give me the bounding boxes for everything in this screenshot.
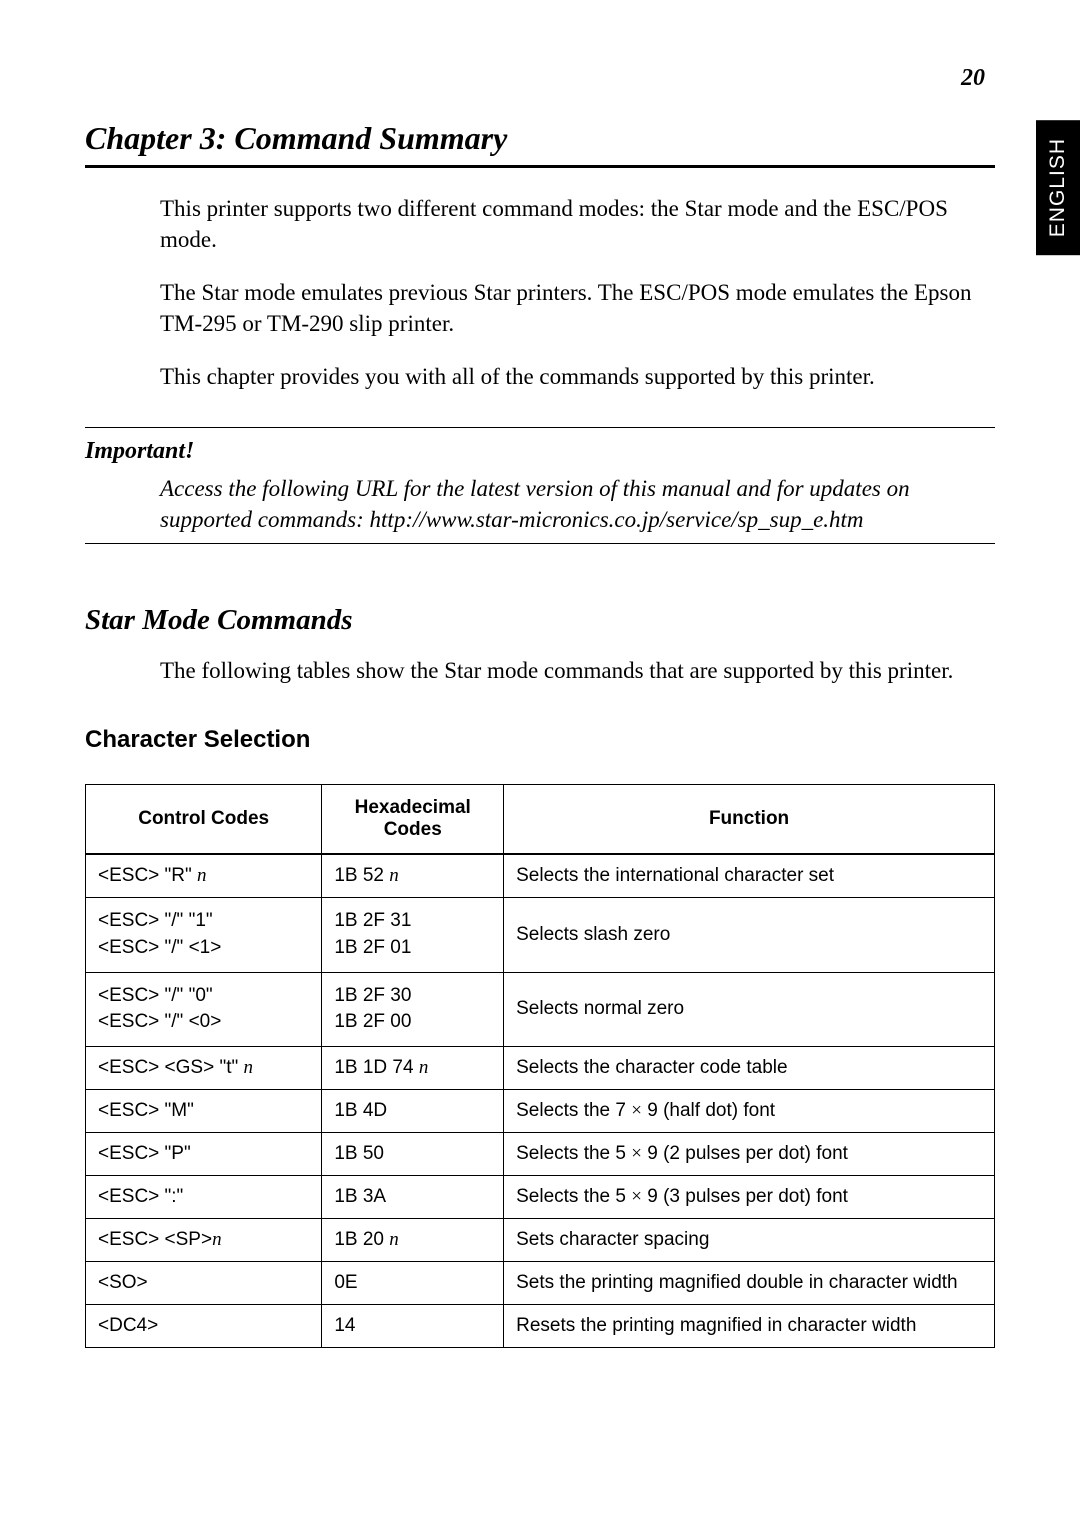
page-number: 20 [961,65,985,92]
table-header: Function [504,785,995,855]
cell-codes: <DC4> [86,1304,322,1347]
cell-codes: <ESC> <GS> "t" n [86,1046,322,1089]
chapter-title: Chapter 3: Command Summary [85,120,995,157]
cell-codes: <ESC> "R" n [86,854,322,898]
table-row: <ESC> "/" "1"<ESC> "/" <1> 1B 2F 311B 2F… [86,898,995,972]
cell-hex: 1B 2F 301B 2F 00 [322,972,504,1046]
title-rule [85,165,995,168]
cell-codes: <ESC> "P" [86,1132,322,1175]
subsection-title: Character Selection [85,726,995,754]
cell-codes: <SO> [86,1261,322,1304]
table-row: <ESC> <SP>n 1B 20 n Sets character spaci… [86,1218,995,1261]
cell-func: Sets the printing magnified double in ch… [504,1261,995,1304]
table-header: Control Codes [86,785,322,855]
command-table: Control Codes Hexadecimal Codes Function… [85,784,995,1347]
table-header-row: Control Codes Hexadecimal Codes Function [86,785,995,855]
cell-hex: 1B 2F 311B 2F 01 [322,898,504,972]
cell-codes: <ESC> <SP>n [86,1218,322,1261]
table-row: <ESC> ":" 1B 3A Selects the 5 × 9 (3 pul… [86,1175,995,1218]
table-row: <ESC> "/" "0"<ESC> "/" <0> 1B 2F 301B 2F… [86,972,995,1046]
cell-func: Selects the international character set [504,854,995,898]
table-header: Hexadecimal Codes [322,785,504,855]
cell-hex: 14 [322,1304,504,1347]
cell-codes: <ESC> "/" "1"<ESC> "/" <1> [86,898,322,972]
cell-func: Selects normal zero [504,972,995,1046]
table-row: <ESC> "R" n 1B 52 n Selects the internat… [86,854,995,898]
important-text: Access the following URL for the latest … [160,473,975,535]
cell-hex: 0E [322,1261,504,1304]
cell-func: Selects the 5 × 9 (2 pulses per dot) fon… [504,1132,995,1175]
language-tab: ENGLISH [1036,120,1080,255]
cell-func: Resets the printing magnified in charact… [504,1304,995,1347]
cell-func: Selects slash zero [504,898,995,972]
table-row: <ESC> "P" 1B 50 Selects the 5 × 9 (2 pul… [86,1132,995,1175]
cell-codes: <ESC> "M" [86,1089,322,1132]
cell-codes: <ESC> "/" "0"<ESC> "/" <0> [86,972,322,1046]
cell-func: Selects the 5 × 9 (3 pulses per dot) fon… [504,1175,995,1218]
table-row: <SO> 0E Sets the printing magnified doub… [86,1261,995,1304]
section-title: Star Mode Commands [85,604,995,637]
table-row: <ESC> "M" 1B 4D Selects the 7 × 9 (half … [86,1089,995,1132]
cell-hex: 1B 52 n [322,854,504,898]
cell-func: Selects the 7 × 9 (half dot) font [504,1089,995,1132]
cell-codes: <ESC> ":" [86,1175,322,1218]
intro-paragraph: The Star mode emulates previous Star pri… [160,277,975,339]
intro-block: This printer supports two different comm… [160,193,975,392]
cell-hex: 1B 1D 74 n [322,1046,504,1089]
table-row: <ESC> <GS> "t" n 1B 1D 74 n Selects the … [86,1046,995,1089]
cell-hex: 1B 50 [322,1132,504,1175]
section-intro: The following tables show the Star mode … [160,655,975,686]
intro-paragraph: This printer supports two different comm… [160,193,975,255]
intro-paragraph: This chapter provides you with all of th… [160,361,975,392]
important-rule-top [85,427,995,428]
important-rule-bottom [85,543,995,544]
cell-hex: 1B 3A [322,1175,504,1218]
cell-hex: 1B 20 n [322,1218,504,1261]
table-row: <DC4> 14 Resets the printing magnified i… [86,1304,995,1347]
cell-func: Selects the character code table [504,1046,995,1089]
cell-func: Sets character spacing [504,1218,995,1261]
cell-hex: 1B 4D [322,1089,504,1132]
important-label: Important! [85,438,995,465]
